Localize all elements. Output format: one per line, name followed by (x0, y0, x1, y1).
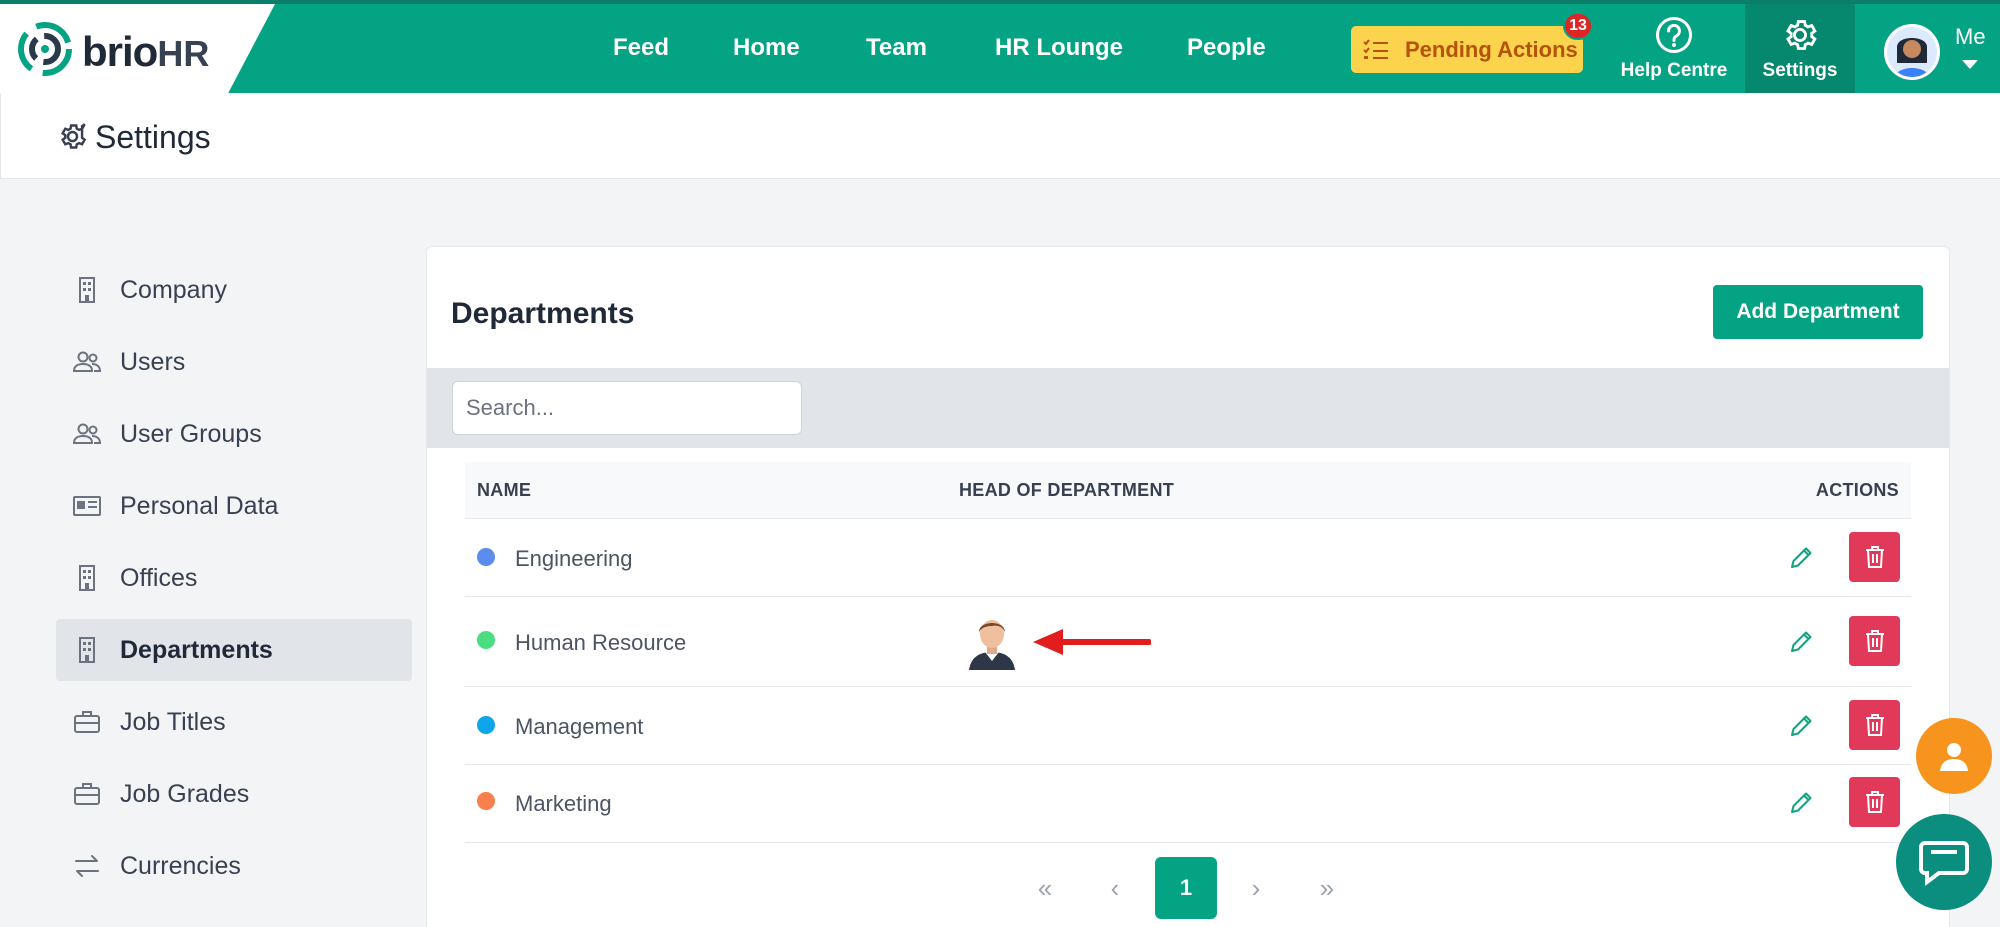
sidebar-item-label: Company (120, 275, 227, 304)
pagination-prev-button[interactable]: ‹ (1084, 857, 1146, 919)
table-row: Management (465, 687, 1911, 765)
page-title: Settings (95, 119, 211, 155)
floating-chat-button[interactable] (1896, 814, 1992, 910)
help-centre-label: Help Centre (1620, 59, 1728, 81)
trash-icon (1865, 546, 1884, 568)
sidebar-item-label: User Groups (120, 419, 262, 448)
column-header-actions: ACTIONS (1815, 480, 1899, 500)
department-head-avatar[interactable] (965, 614, 1019, 670)
help-centre-button[interactable]: Help Centre (1612, 4, 1736, 93)
add-department-button[interactable]: Add Department (1713, 285, 1923, 339)
gear-icon (61, 123, 87, 149)
building-icon (79, 277, 95, 303)
sidebar-item-label: Offices (120, 563, 198, 592)
swap-arrows-icon (75, 855, 99, 877)
sidebar-item-label: Departments (120, 635, 273, 664)
users-icon (72, 423, 102, 444)
pending-actions-label: Pending Actions (1405, 36, 1578, 62)
trash-icon (1865, 630, 1884, 652)
person-icon (1940, 743, 1968, 771)
users-icon (72, 351, 102, 372)
delete-button[interactable] (1849, 616, 1900, 666)
pending-count-badge: 13 (1563, 12, 1593, 40)
user-avatar-image (1887, 27, 1937, 77)
sidebar-item-offices[interactable]: Offices (56, 547, 412, 609)
briefcase-icon (74, 783, 100, 805)
nav-people[interactable]: People (1187, 34, 1266, 62)
pencil-icon[interactable] (1787, 544, 1815, 572)
building-icon (79, 637, 95, 663)
sidebar-item-currencies[interactable]: Currencies (56, 835, 412, 897)
brand-logo[interactable]: brioHR (0, 4, 275, 93)
search-toolbar (427, 368, 1949, 448)
trash-icon (1865, 791, 1884, 813)
floating-profile-button[interactable] (1916, 718, 1992, 794)
sidebar-item-label: Job Titles (120, 707, 226, 736)
checklist-icon (1363, 38, 1388, 59)
department-name: Engineering (515, 546, 633, 571)
sidebar-item-job-titles[interactable]: Job Titles (56, 691, 412, 753)
sidebar-item-job-grades[interactable]: Job Grades (56, 763, 412, 825)
delete-button[interactable] (1849, 777, 1900, 827)
delete-button[interactable] (1849, 532, 1900, 582)
department-name: Management (515, 714, 644, 739)
department-color-dot (477, 631, 495, 649)
sidebar-item-departments[interactable]: Departments (56, 619, 412, 681)
chevron-down-icon[interactable] (1962, 60, 1978, 69)
pagination-first-button[interactable]: « (1014, 857, 1076, 919)
sidebar-item-label: Personal Data (120, 491, 279, 520)
sidebar-item-label: Users (120, 347, 186, 376)
departments-card: Departments Add Department NAME HEAD OF … (426, 246, 1950, 927)
building-icon (79, 565, 95, 591)
delete-button[interactable] (1849, 700, 1900, 750)
annotation-arrow-icon (1033, 629, 1151, 655)
chat-bubble-icon (1919, 841, 1969, 886)
nav-hr-lounge[interactable]: HR Lounge (995, 34, 1123, 62)
top-navigation-bar: brioHR Feed Home Team HR Lounge People P… (0, 0, 2000, 93)
pencil-icon[interactable] (1787, 789, 1815, 817)
table-row: Engineering (465, 519, 1911, 597)
pending-actions-button[interactable]: Pending Actions (1351, 26, 1583, 73)
gear-icon (1786, 19, 1817, 50)
sidebar-item-user-groups[interactable]: User Groups (56, 403, 412, 465)
sidebar-item-personal-data[interactable]: Personal Data (56, 475, 412, 537)
pencil-icon[interactable] (1787, 712, 1815, 740)
table-header: NAME HEAD OF DEPARTMENT ACTIONS (465, 462, 1911, 519)
brand-wordmark: brioHR (82, 28, 210, 75)
sidebar-item-company[interactable]: Company (56, 259, 412, 321)
department-color-dot (477, 548, 495, 566)
sidebar-item-label: Currencies (120, 851, 241, 880)
page-header: Settings (0, 93, 2000, 179)
search-input[interactable] (452, 381, 802, 435)
table-row: Human Resource (465, 597, 1911, 687)
department-name: Marketing (515, 791, 612, 816)
sidebar-item-label: Job Grades (120, 779, 250, 808)
department-color-dot (477, 716, 495, 734)
brand-swirl-icon (18, 22, 72, 76)
department-name: Human Resource (515, 630, 687, 655)
column-header-head: HEAD OF DEPARTMENT (959, 480, 1175, 500)
user-avatar[interactable] (1884, 24, 1940, 80)
pagination-next-button[interactable]: › (1225, 857, 1287, 919)
nav-team[interactable]: Team (866, 34, 927, 62)
pagination-last-button[interactable]: » (1296, 857, 1358, 919)
user-menu-label[interactable]: Me (1955, 24, 1986, 50)
briefcase-icon (74, 711, 100, 733)
id-card-icon (73, 496, 101, 516)
pagination-page-1[interactable]: 1 (1155, 857, 1217, 919)
settings-nav-label: Settings (1762, 59, 1838, 81)
nav-feed[interactable]: Feed (613, 34, 669, 62)
department-color-dot (477, 792, 495, 810)
settings-nav-button[interactable]: Settings (1745, 4, 1855, 93)
nav-home[interactable]: Home (733, 34, 800, 62)
departments-title: Departments (451, 297, 635, 330)
pencil-icon[interactable] (1787, 628, 1815, 656)
table-row: Marketing (465, 765, 1911, 843)
trash-icon (1865, 714, 1884, 736)
column-header-name: NAME (477, 480, 532, 500)
question-circle-icon (1656, 16, 1692, 53)
sidebar-item-users[interactable]: Users (56, 331, 412, 393)
